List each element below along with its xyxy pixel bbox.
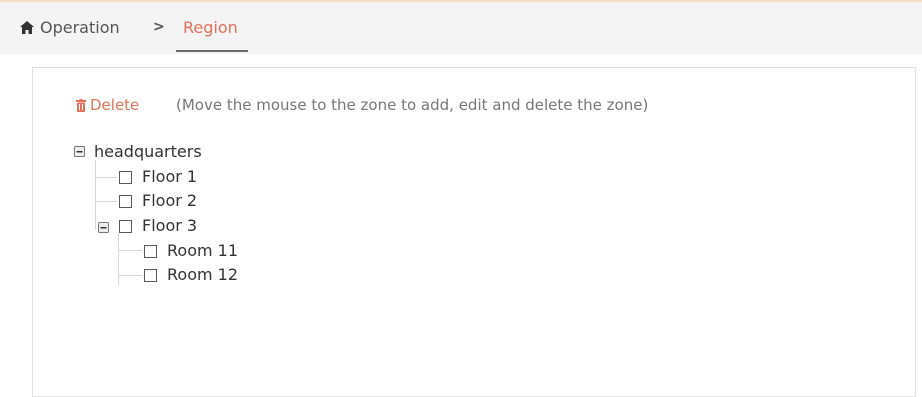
trash-icon[interactable] [76,99,86,112]
collapse-icon[interactable] [98,222,109,233]
tree-connector-floor2 [95,201,117,202]
floor-2-checkbox[interactable] [119,195,132,208]
breadcrumb-separator: > [153,19,165,35]
zone-hint-text: (Move the mouse to the zone to add, edit… [176,96,649,114]
tree-node-room-11[interactable]: Room 11 [167,241,238,261]
collapse-icon[interactable] [74,146,85,157]
tree-node-floor-1[interactable]: Floor 1 [142,167,197,187]
floor-3-checkbox[interactable] [119,220,132,233]
tree-node-room-12[interactable]: Room 12 [167,265,238,285]
tree-node-floor-2[interactable]: Floor 2 [142,191,197,211]
tree-connector-floor3 [118,233,119,285]
breadcrumb-region[interactable]: Region [183,18,238,37]
tree-connector-room11 [118,250,142,251]
breadcrumb: Operation > Region [0,2,922,54]
home-icon[interactable] [20,21,34,34]
tree-connector-room12 [118,275,142,276]
tree-connector-floor1 [95,177,117,178]
delete-button[interactable]: Delete [90,96,139,114]
tree-node-floor-3[interactable]: Floor 3 [142,216,197,236]
floor-1-checkbox[interactable] [119,171,132,184]
breadcrumb-operation[interactable]: Operation [40,18,120,37]
room-12-checkbox[interactable] [144,269,157,282]
room-11-checkbox[interactable] [144,245,157,258]
active-crumb-underline [176,50,248,52]
tree-connector-root [95,160,96,230]
tree-node-headquarters[interactable]: headquarters [94,142,202,162]
